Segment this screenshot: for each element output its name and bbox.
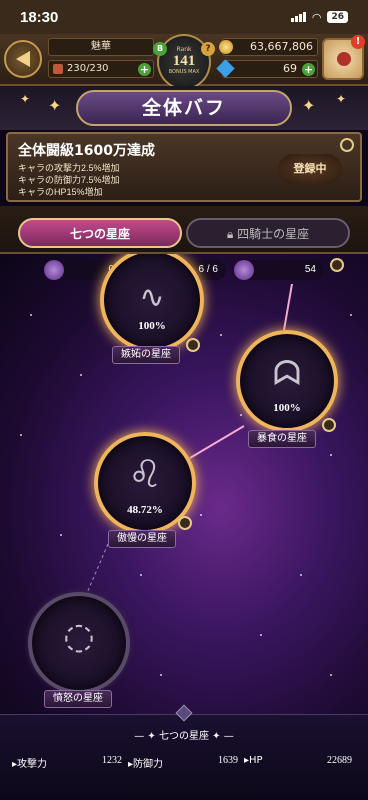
wolf-icon: ᗣ (272, 354, 302, 394)
title-banner: ✦ ✦ ✦ ✦ 全体バフ (0, 86, 368, 130)
buff-heading: 全体闘級1600万達成 (18, 143, 155, 159)
stat-label: ▸攻撃力 (12, 759, 48, 770)
tab-bar: 七つの星座 🔒︎ 四騎士の星座 (0, 206, 368, 254)
back-arrow-icon (16, 51, 30, 67)
tab-four-knights-constellations[interactable]: 🔒︎ 四騎士の星座 (186, 218, 350, 248)
gem-value: 69 (283, 62, 297, 75)
page-title: 全体バフ (76, 90, 292, 126)
gold-coin-icon (219, 40, 233, 54)
constellation-label: 嫉妬の星座 (112, 346, 180, 364)
registered-status-button[interactable]: 登録中 (278, 154, 342, 184)
stat-defense-value: 1639 (218, 755, 238, 766)
constellation-map: 0 6 / 6 54 ∿ 100% 嫉妬の星座 ᗣ 100% 暴食の星座 ♌ 4… (0, 254, 368, 714)
stamina-icon (53, 64, 63, 74)
search-icon[interactable] (322, 418, 336, 432)
stat-attack-value: 1232 (102, 755, 122, 766)
sparkle-icon: ✦ (336, 92, 347, 106)
search-icon[interactable] (330, 258, 344, 272)
add-gem-button[interactable]: + (302, 63, 315, 76)
gp-counter: 54 (234, 260, 324, 280)
rank-value: 141 (172, 53, 196, 69)
player-name: 魅華 (48, 38, 154, 56)
gold-counter: 63,667,806 (219, 38, 318, 56)
wifi-icon: ◠ (311, 10, 322, 24)
serpent-icon: ∿ (139, 280, 165, 315)
stamina-value: 230/230 (67, 63, 109, 74)
stat-defense-label: 防御力 (133, 759, 164, 770)
rank-bonus-label: BONUS MAX (168, 69, 200, 75)
buff-effect-line: キャラの攻撃力2.5%増加 (18, 163, 120, 173)
constellation-label: 傲慢の星座 (108, 530, 176, 548)
buff-panel: 全体闘級1600万達成 キャラの攻撃力2.5%増加 キャラの防御力7.5%増加 … (6, 132, 362, 202)
gem-icon (216, 59, 235, 78)
bottom-title-text: 七つの星座 (159, 731, 209, 742)
divider-icon: ✦ — (209, 731, 234, 742)
gold-value: 63,667,806 (250, 40, 313, 53)
bottom-title: — ✦ 七つの星座 ✦ — (0, 727, 368, 742)
constellation-percent: 100% (138, 320, 166, 332)
rank-bonus-badge: B (153, 42, 167, 56)
constellation-wrath[interactable]: ◌ (28, 592, 130, 694)
add-stamina-button[interactable]: + (138, 63, 151, 76)
search-icon[interactable] (186, 338, 200, 352)
buff-effects: キャラの攻撃力2.5%増加 キャラの防御力7.5%増加 キャラのHP15%増加 (18, 162, 120, 198)
buff-effect-line: キャラの防御力7.5%増加 (18, 175, 120, 185)
tab-seven-constellations[interactable]: 七つの星座 (18, 218, 182, 248)
stat-hp-value: 22689 (327, 755, 352, 766)
search-icon[interactable] (340, 138, 354, 152)
stat-hp-label: HP (249, 755, 263, 766)
constellation-link (83, 543, 109, 601)
sparkle-icon: ✦ (48, 96, 62, 115)
constellation-label: 暴食の星座 (248, 430, 316, 448)
notification-badge: ! (351, 35, 365, 49)
sparkle-icon: ✦ (20, 92, 31, 106)
lion-icon: ♌ (127, 452, 163, 496)
buff-effect-line: キャラのHP15%増加 (18, 187, 103, 197)
status-bar: 18:30 ◠ 26 (0, 0, 368, 34)
help-icon[interactable]: ? (201, 42, 215, 56)
counter-value: 6 / 6 (198, 264, 218, 275)
status-time: 18:30 (20, 8, 59, 26)
gp-icon (234, 260, 254, 280)
constellation-link (283, 283, 293, 331)
bottom-stats-panel: — ✦ 七つの星座 ✦ — ▸攻撃力 1232 ▸防御力 1639 ▸HP 22… (0, 704, 368, 800)
constellation-gluttony[interactable]: ᗣ 100% (236, 330, 338, 432)
constellation-percent: 48.72% (127, 504, 163, 516)
status-icons: ◠ 26 (290, 10, 348, 24)
search-icon[interactable] (178, 516, 192, 530)
gem-counter: 69 + (216, 59, 318, 78)
sparkle-icon: ✦ (302, 96, 316, 115)
stat-label: ▸HP (244, 755, 263, 766)
mail-button[interactable]: ! (322, 35, 365, 80)
battery-icon: 26 (327, 11, 348, 23)
top-hud: 魅華 230/230 + B ? Rank 141 BONUS MAX 63,6… (0, 34, 368, 90)
constellation-link (189, 425, 245, 459)
lock-icon: 🔒︎ (226, 227, 238, 241)
stat-label: ▸防御力 (128, 759, 164, 770)
back-button[interactable] (4, 40, 42, 78)
constellation-label: 憤怒の星座 (44, 690, 112, 708)
stat-attack-label: 攻撃力 (17, 759, 48, 770)
constellation-icon (44, 260, 64, 280)
constellation-percent: 100% (273, 402, 301, 414)
tab-label: 四騎士の星座 (237, 227, 310, 241)
stamina-counter: 230/230 + (48, 60, 154, 78)
signal-icon (290, 12, 306, 22)
rank-badge[interactable]: B ? Rank 141 BONUS MAX (153, 34, 215, 90)
ring-icon: ◌ (63, 616, 95, 657)
mail-icon (337, 52, 351, 66)
divider-icon: — ✦ (134, 731, 159, 742)
counter-value: 54 (304, 264, 316, 275)
